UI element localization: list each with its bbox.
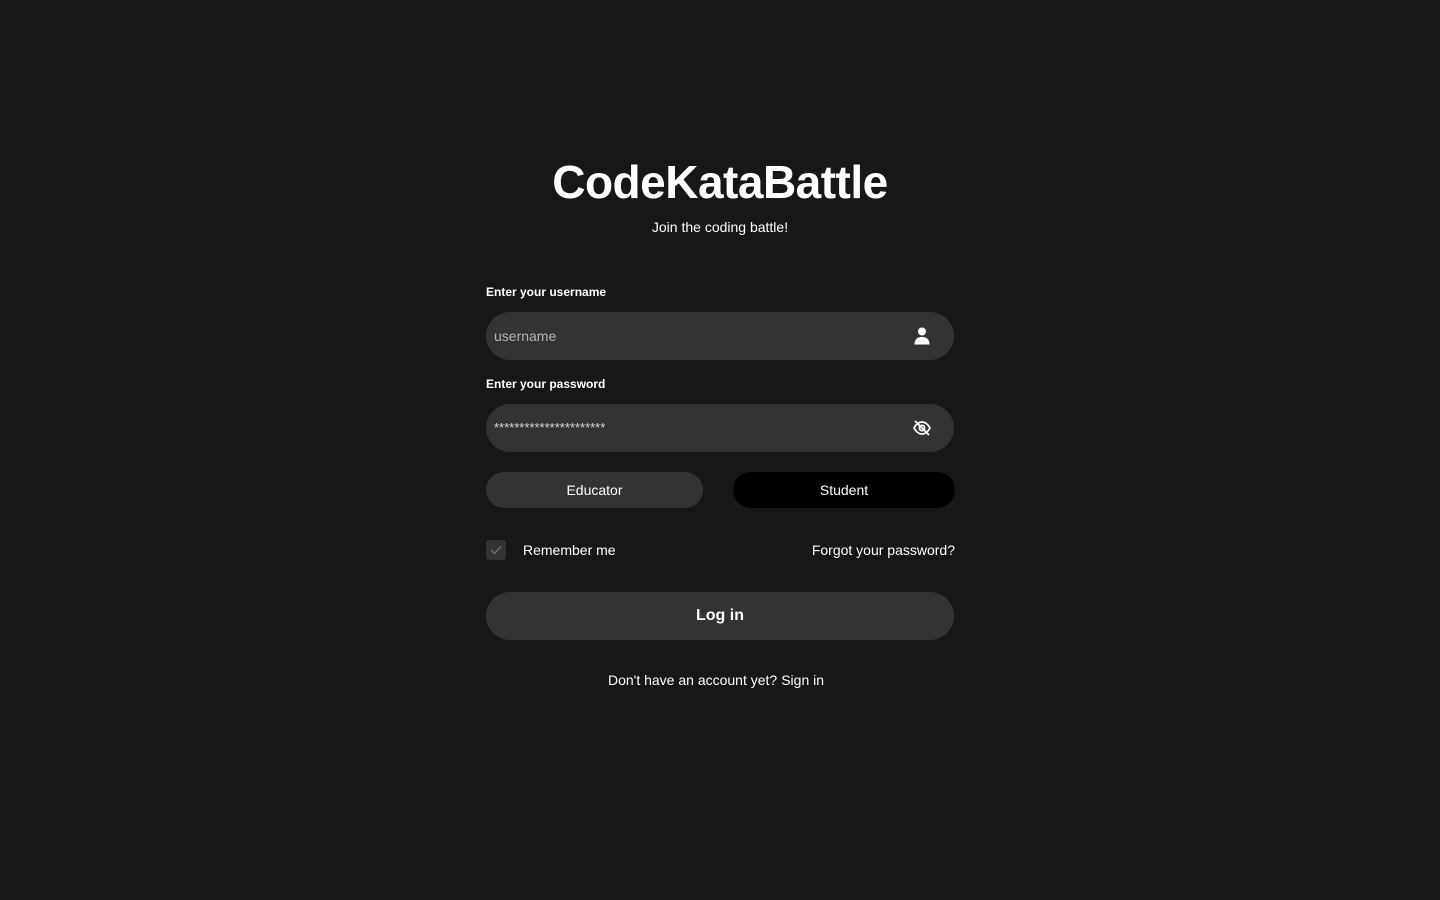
password-label: Enter your password [486,377,606,391]
eye-off-icon[interactable] [912,418,932,438]
student-button[interactable]: Student [733,472,955,508]
remember-checkbox[interactable] [486,540,506,560]
educator-button[interactable]: Educator [486,472,703,508]
check-icon [490,545,502,555]
password-field[interactable]: ********************** [486,404,954,452]
password-input[interactable]: ********************** [494,418,605,438]
forgot-password-link[interactable]: Forgot your password? [812,540,955,560]
username-field [486,312,954,360]
signup-row: Don't have an account yet? Sign in [0,670,1432,690]
remember-label: Remember me [523,542,616,558]
signup-prompt: Don't have an account yet? [607,672,778,688]
sign-in-link[interactable]: Sign in [781,672,824,688]
username-label: Enter your username [486,285,607,299]
user-icon [912,326,932,346]
username-input[interactable] [486,312,886,360]
remember-me[interactable]: Remember me [486,540,616,560]
app-title: CodeKataBattle [552,156,888,208]
login-button[interactable]: Log in [486,592,954,640]
login-page: CodeKataBattle Join the coding battle! E… [0,0,1440,900]
app-subtitle: Join the coding battle! [651,219,789,235]
